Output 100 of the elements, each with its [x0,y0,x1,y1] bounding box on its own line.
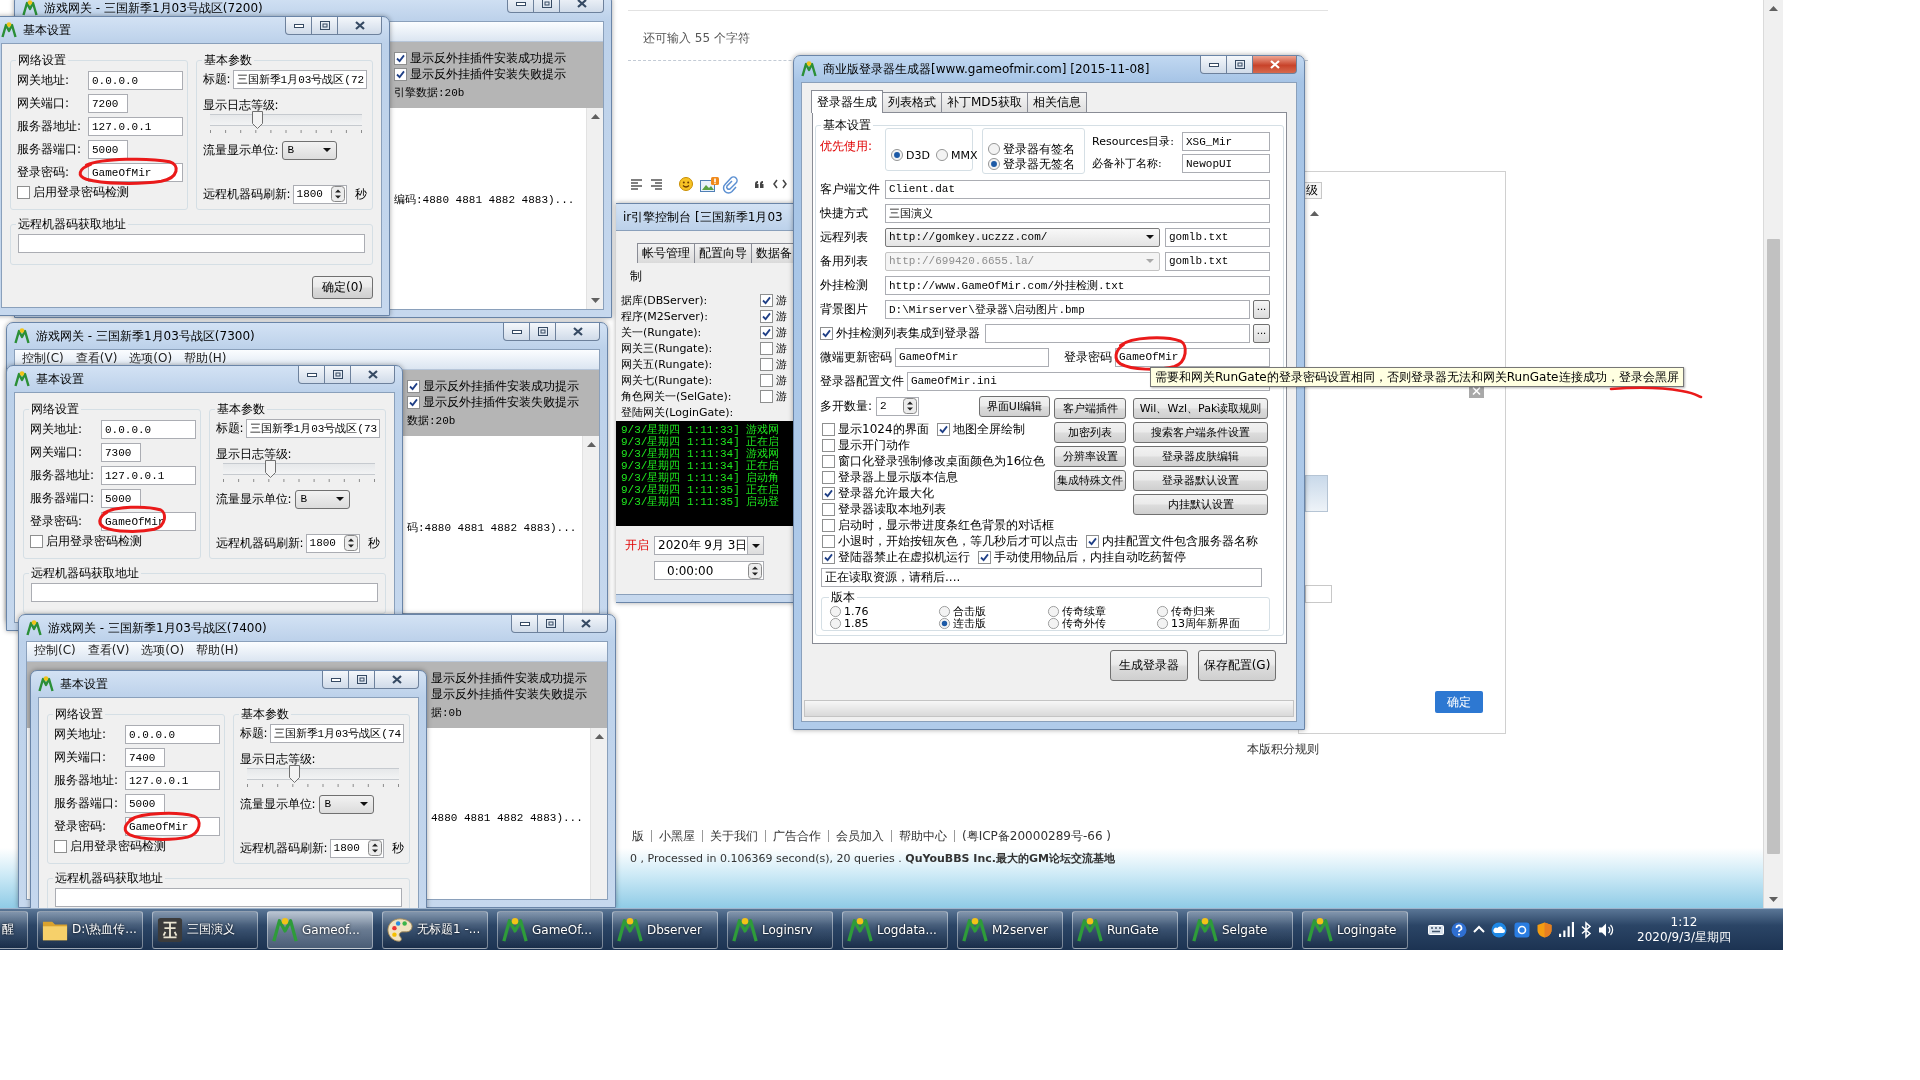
text-field[interactable]: 5000 [88,140,128,159]
text-field[interactable] [985,323,1250,343]
scroll-up-icon[interactable] [594,734,604,739]
minimize-button[interactable] [285,17,312,35]
checkbox[interactable] [822,550,835,564]
slider-track[interactable] [246,765,399,783]
taskbar-button[interactable]: 三国演义 [152,910,258,949]
tool-button[interactable]: 登录器默认设置 [1133,470,1268,491]
shield-icon[interactable] [1537,921,1552,938]
scroll-up-icon[interactable] [1769,6,1778,11]
tool-button[interactable]: 客户端插件 [1054,398,1126,419]
text-field[interactable]: 127.0.0.1 [88,117,183,136]
tab[interactable]: 列表格式 [882,92,942,112]
tool-button[interactable]: 内挂默认设置 [1133,494,1268,515]
slider-thumb[interactable] [288,765,300,783]
tab[interactable]: 登录器生成 [811,90,883,113]
checkbox[interactable] [822,422,835,436]
maximize-button[interactable] [349,671,375,689]
text-field[interactable]: GameOfMir [895,347,1049,367]
taskbar-button[interactable]: Logingate [1302,910,1408,949]
rules-link[interactable]: 本版积分规则 [1247,741,1319,757]
close-button[interactable] [560,0,604,13]
browse-button[interactable]: ... [1253,299,1270,319]
number-spinner[interactable]: 1800 [305,533,360,553]
menu-item[interactable]: 选项(O) [141,643,185,657]
taskbar-button[interactable]: GameOf... [497,910,603,949]
checkbox[interactable] [760,373,773,387]
quote-icon[interactable] [755,180,764,188]
radio-button[interactable] [830,617,841,629]
taskbar-button[interactable]: 醒 [0,910,28,949]
radio-button[interactable] [988,143,1000,155]
text-field[interactable]: 三国演义 [885,203,1270,223]
minimize-button[interactable] [298,366,325,384]
text-field[interactable]: 7200 [88,94,128,113]
checkbox[interactable] [760,309,773,323]
smiley-icon[interactable] [679,177,693,191]
checkbox[interactable] [17,186,30,199]
close-button[interactable] [564,615,608,633]
volume-icon[interactable] [1598,922,1614,937]
radio-button[interactable] [830,605,841,617]
taskbar-button[interactable]: Gameof... [267,910,373,949]
maximize-button[interactable] [1227,56,1253,74]
scroll-down-icon[interactable] [1769,897,1778,902]
tool-button[interactable]: 登录器皮肤编辑 [1133,446,1268,467]
checkbox[interactable] [822,454,835,468]
tool-button[interactable]: 集成特殊文件 [1054,470,1126,491]
taskbar-button[interactable]: Loginsrv [727,910,833,949]
checkbox[interactable] [822,438,835,452]
number-spinner[interactable]: 2 [876,396,920,416]
checkbox[interactable] [30,535,43,548]
checkbox[interactable] [822,534,835,548]
tab[interactable]: 帐号管理 [637,243,695,263]
text-field[interactable]: 0.0.0.0 [125,725,220,744]
menu-item[interactable]: 帮助(H) [184,351,227,365]
maximize-button[interactable] [534,0,560,13]
text-field[interactable]: gomlb.txt [1165,227,1270,247]
cloud-icon[interactable] [1491,921,1507,938]
text-field[interactable]: http://www.GameOfMir.com/外挂检测.txt [885,275,1270,295]
scroll-down-icon[interactable] [590,298,600,303]
menu-item[interactable]: 查看(V) [87,643,130,657]
tab[interactable]: 相关信息 [1027,92,1088,112]
minimize-button[interactable] [511,615,538,633]
text-field[interactable] [55,888,402,907]
date-dropdown[interactable]: 2020年 9月 3日 [654,536,764,555]
checkbox[interactable] [760,341,773,355]
text-field[interactable]: 5000 [101,489,141,508]
text-field[interactable]: 0.0.0.0 [101,420,196,439]
maximize-button[interactable] [530,323,556,341]
scroll-up-icon[interactable] [586,442,596,447]
text-field[interactable] [31,583,378,602]
unit-dropdown[interactable]: B [318,794,374,814]
radio-button[interactable] [988,158,1000,170]
save-button[interactable]: 保存配置(G) [1198,650,1276,681]
app-tile-icon[interactable] [1514,921,1530,938]
paperclip-icon[interactable] [723,176,738,192]
footer-link[interactable]: 小黑屋 [651,830,702,842]
bluetooth-icon[interactable] [1581,921,1591,938]
ok-button[interactable]: 确定(0) [312,276,373,299]
align-left-icon[interactable] [631,178,642,190]
text-field[interactable]: NewopUI [1182,154,1270,173]
text-field[interactable]: XSG_Mir [1182,132,1270,151]
minimize-button[interactable] [1200,56,1227,74]
footer-link[interactable]: 版 [630,830,651,842]
time-spinner[interactable]: 0:00:00 [654,561,764,580]
checkbox[interactable] [936,422,950,436]
text-field[interactable]: GameOfMir [125,817,220,836]
radio-button[interactable] [1157,605,1168,617]
help-icon[interactable] [1451,921,1467,938]
slider-thumb[interactable] [251,111,263,129]
taskbar-button[interactable]: RunGate [1072,910,1178,949]
menu-item[interactable]: 控制(C) [34,643,76,657]
taskbar-button[interactable]: Logdata... [842,910,948,949]
signal-icon[interactable] [1559,922,1574,937]
unit-dropdown[interactable]: B [294,489,350,509]
footer-link[interactable]: 帮助中心 [891,830,954,842]
text-field[interactable]: GameOfMir [1115,347,1270,367]
close-button[interactable] [351,366,395,384]
number-spinner[interactable]: 1800 [329,838,384,858]
menu-item[interactable]: 选项(O) [129,351,173,365]
close-button[interactable] [375,671,419,689]
